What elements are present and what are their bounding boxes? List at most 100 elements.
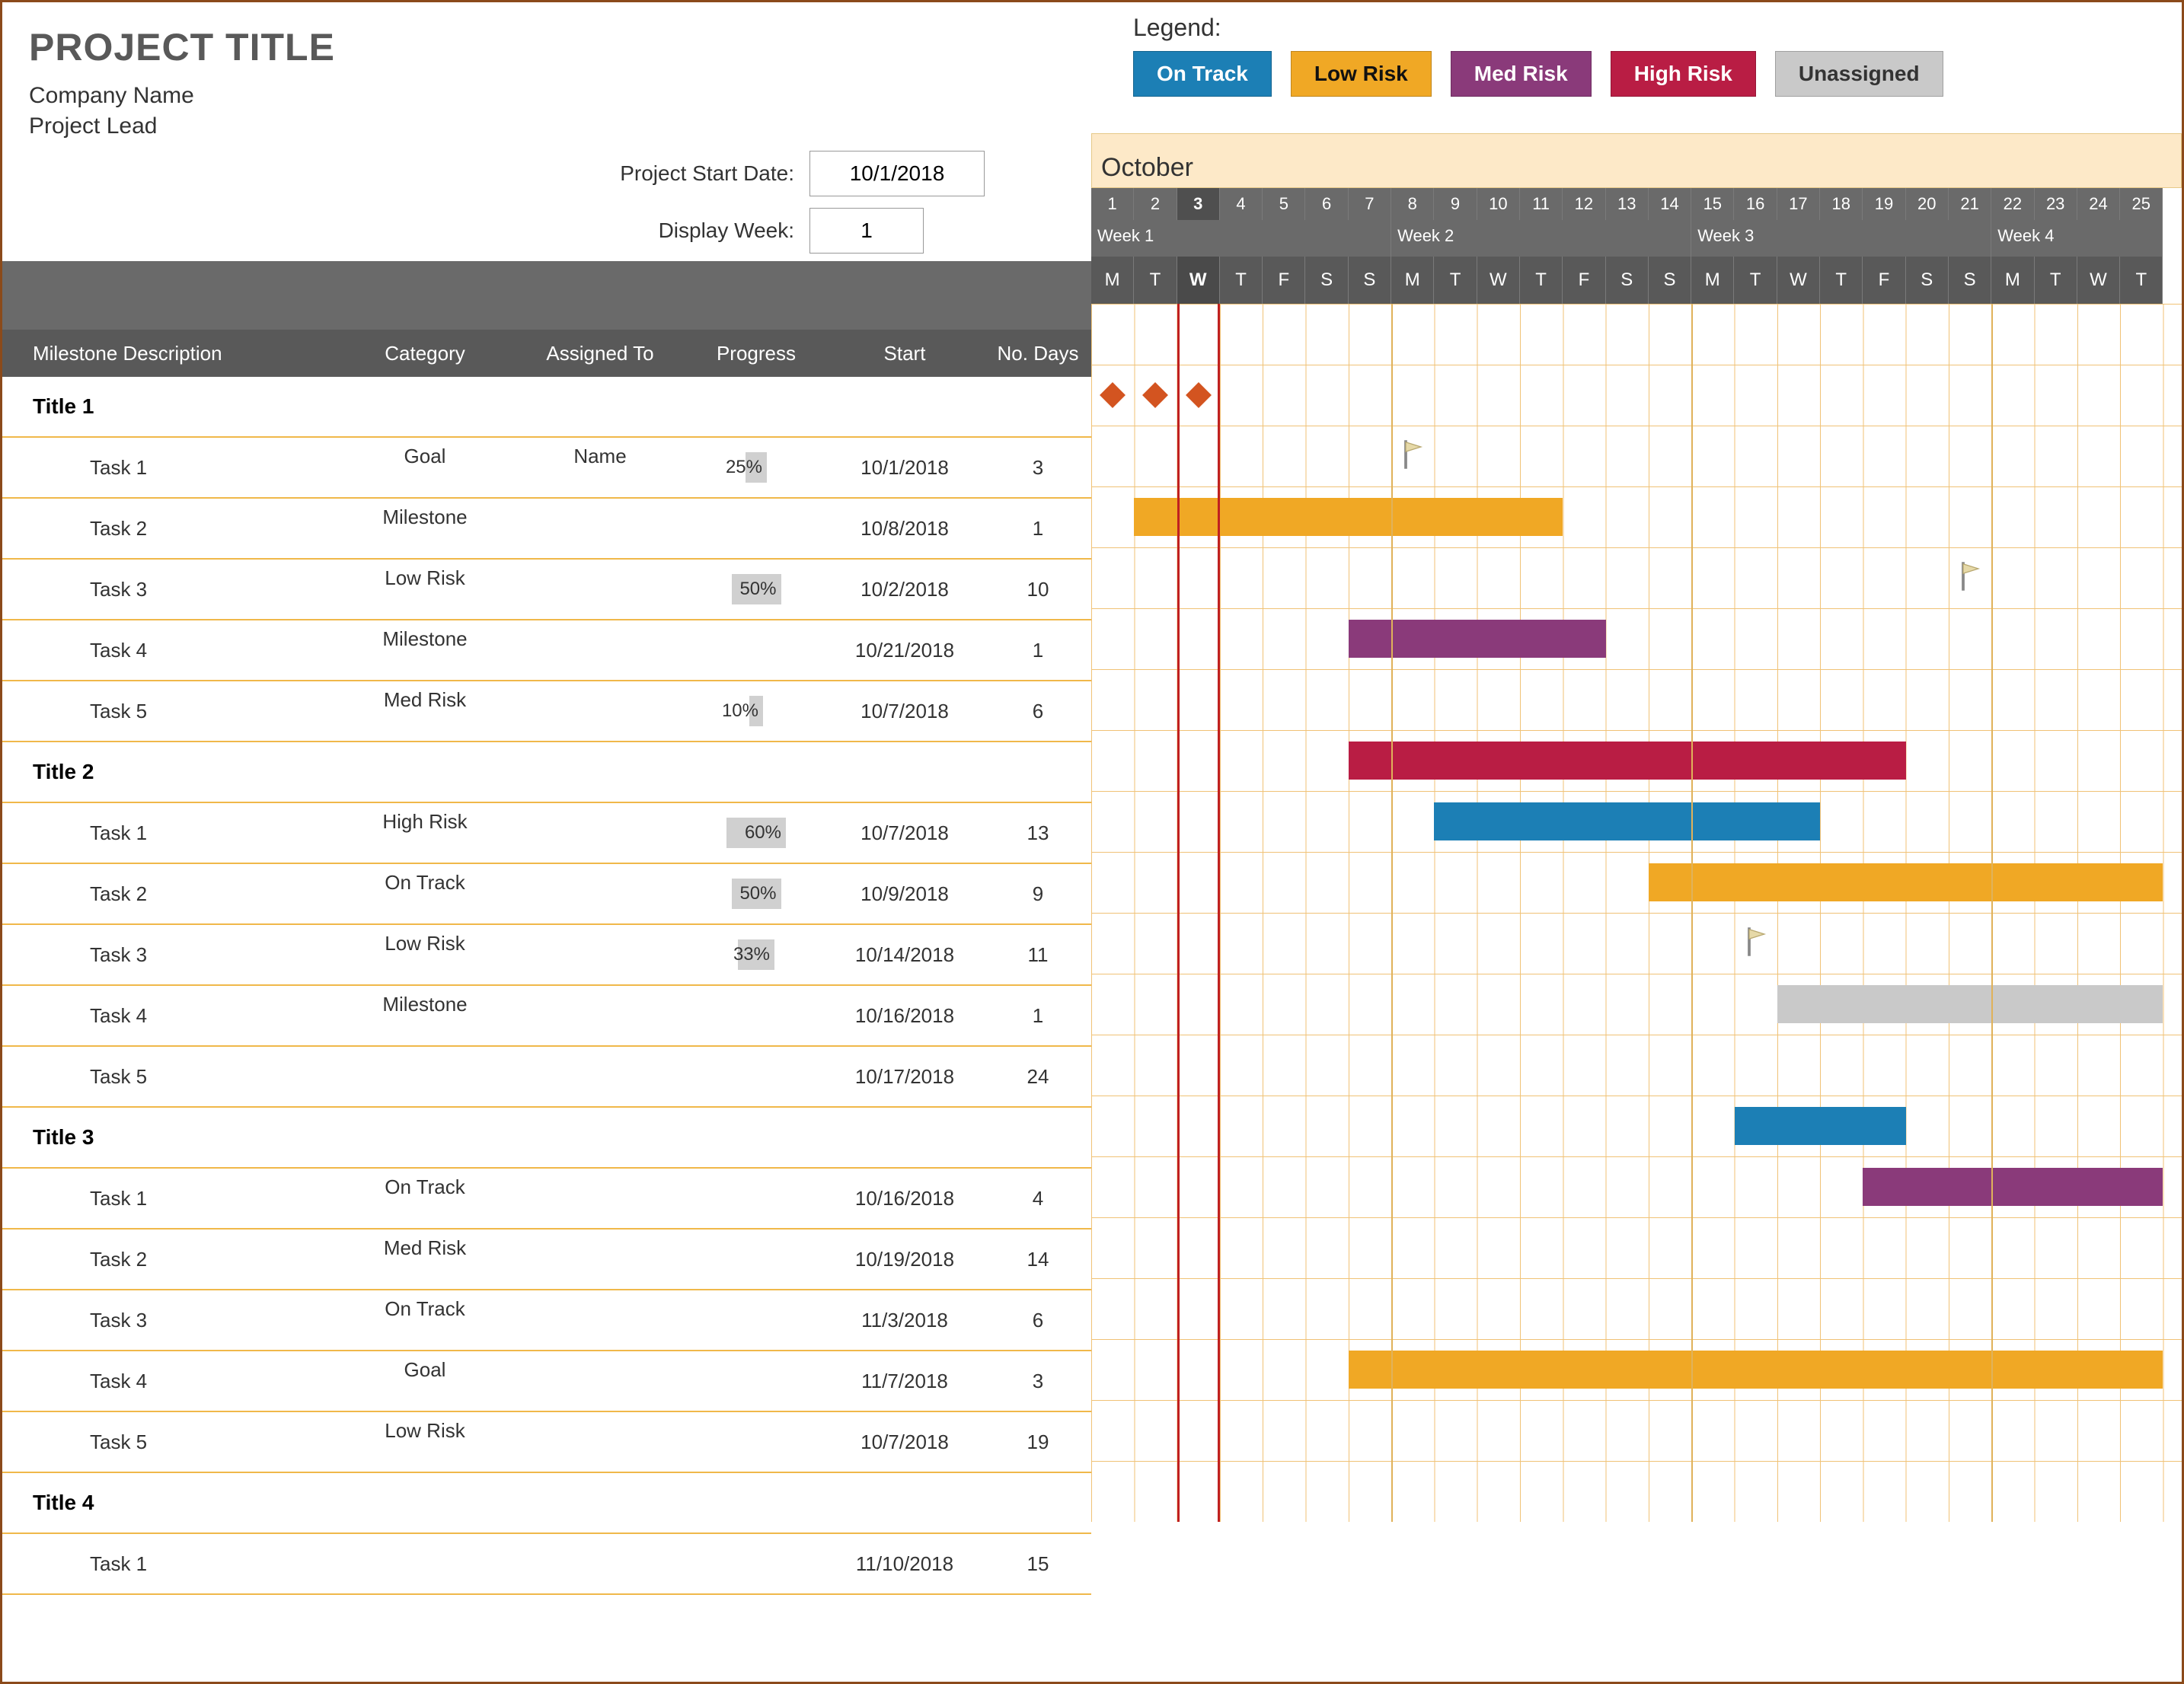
task-days: 1 <box>985 639 1091 662</box>
day-num: 12 <box>1563 188 1605 220</box>
day-num: 8 <box>1391 188 1434 220</box>
milestone-flag-icon[interactable] <box>1959 561 1982 592</box>
day-num: 3 <box>1177 188 1220 220</box>
goal-diamond-icon[interactable] <box>1100 382 1126 408</box>
legend-item-on-track[interactable]: On Track <box>1133 51 1272 97</box>
task-row[interactable]: Task 3Low Risk50%10/2/201810 <box>2 560 1091 620</box>
gantt-bar[interactable] <box>1735 1107 1906 1145</box>
task-start: 10/19/2018 <box>825 1248 985 1271</box>
task-name: Task 5 <box>2 1430 337 1454</box>
task-row[interactable]: Task 2Med Risk10/19/201814 <box>2 1230 1091 1290</box>
dow-label: F <box>1563 257 1605 304</box>
day-num: 15 <box>1691 188 1734 220</box>
task-row[interactable]: Task 111/10/201815 <box>2 1534 1091 1595</box>
gantt-bar[interactable] <box>1434 802 1820 840</box>
dow-label: M <box>1391 257 1434 304</box>
task-name: Task 3 <box>2 1309 337 1332</box>
gantt-row <box>1091 974 2182 1035</box>
task-start: 11/7/2018 <box>825 1370 985 1393</box>
task-category: Low Risk <box>337 566 512 613</box>
day-num: 20 <box>1906 188 1949 220</box>
task-row[interactable]: Task 3On Track11/3/20186 <box>2 1290 1091 1351</box>
gantt-bar[interactable] <box>1863 1168 2163 1206</box>
task-row[interactable]: Task 3Low Risk33%10/14/201811 <box>2 925 1091 986</box>
legend-item-med-risk[interactable]: Med Risk <box>1451 51 1592 97</box>
task-row[interactable]: Task 1High Risk60%10/7/201813 <box>2 803 1091 864</box>
start-date-input[interactable]: 10/1/2018 <box>809 151 985 196</box>
gantt-row <box>1091 608 2182 669</box>
task-row[interactable]: Task 4Milestone10/16/20181 <box>2 986 1091 1047</box>
week-label: Week 4 <box>1991 220 2163 257</box>
task-days: 3 <box>985 456 1091 480</box>
gantt-row <box>1091 1217 2182 1278</box>
col-header-category: Category <box>337 342 512 365</box>
task-category: On Track <box>337 871 512 917</box>
task-assigned <box>512 639 688 662</box>
gantt-bar[interactable] <box>1349 1351 2163 1389</box>
task-row[interactable]: Task 4Goal11/7/20183 <box>2 1351 1091 1412</box>
display-week-input[interactable]: 1 <box>809 208 924 254</box>
dow-label: S <box>1349 257 1391 304</box>
dow-label: T <box>1734 257 1777 304</box>
day-num: 13 <box>1606 188 1649 220</box>
task-category: On Track <box>337 1175 512 1222</box>
task-row[interactable]: Task 2Milestone10/8/20181 <box>2 499 1091 560</box>
milestone-flag-icon[interactable] <box>1402 439 1425 470</box>
gantt-bar[interactable] <box>1777 985 2163 1023</box>
task-assigned <box>512 1004 688 1027</box>
dow-label: W <box>1477 257 1520 304</box>
day-num: 17 <box>1777 188 1820 220</box>
task-row[interactable]: Task 1On Track10/16/20184 <box>2 1169 1091 1230</box>
task-start: 10/14/2018 <box>825 943 985 967</box>
task-assigned <box>512 1430 688 1453</box>
task-row[interactable]: Task 510/17/201824 <box>2 1047 1091 1108</box>
gantt-bar[interactable] <box>1349 620 1606 658</box>
task-name: Task 5 <box>2 700 337 723</box>
task-assigned <box>512 1370 688 1392</box>
group-title: Title 1 <box>2 377 1091 438</box>
timeline-header: 1234567891011121314151617181920212223242… <box>1091 188 2182 304</box>
task-days: 19 <box>985 1430 1091 1454</box>
task-start: 10/16/2018 <box>825 1004 985 1028</box>
dow-label: T <box>2120 257 2163 304</box>
task-days: 24 <box>985 1065 1091 1089</box>
gantt-bar[interactable] <box>1134 498 1563 536</box>
gantt-bar[interactable] <box>1649 863 2163 901</box>
project-lead: Project Lead <box>29 113 1065 139</box>
milestone-flag-icon[interactable] <box>1745 927 1768 957</box>
progress-bar: 60% <box>726 818 786 848</box>
task-category <box>337 1065 512 1088</box>
dow-label: M <box>1991 257 2034 304</box>
dow-label: W <box>1177 257 1220 304</box>
goal-diamond-icon[interactable] <box>1186 382 1212 408</box>
task-assigned <box>512 700 688 722</box>
task-row[interactable]: Task 4Milestone10/21/20181 <box>2 620 1091 681</box>
day-num: 19 <box>1863 188 1905 220</box>
task-assigned <box>512 882 688 905</box>
task-name: Task 2 <box>2 1248 337 1271</box>
legend-item-low-risk[interactable]: Low Risk <box>1291 51 1432 97</box>
col-header-days: No. Days <box>985 342 1091 365</box>
task-progress: 50% <box>688 879 825 909</box>
legend-item-high-risk[interactable]: High Risk <box>1611 51 1756 97</box>
task-start: 10/7/2018 <box>825 1430 985 1454</box>
gantt-bar[interactable] <box>1349 742 1906 780</box>
task-start: 10/2/2018 <box>825 578 985 601</box>
day-num: 4 <box>1220 188 1263 220</box>
task-row[interactable]: Task 5Low Risk10/7/201819 <box>2 1412 1091 1473</box>
task-row[interactable]: Task 2On Track50%10/9/20189 <box>2 864 1091 925</box>
legend-item-unassigned[interactable]: Unassigned <box>1775 51 1943 97</box>
goal-diamond-icon[interactable] <box>1142 382 1168 408</box>
group-title: Title 3 <box>2 1108 1091 1169</box>
dow-label: T <box>1434 257 1477 304</box>
day-num: 6 <box>1305 188 1348 220</box>
task-row[interactable]: Task 5Med Risk10%10/7/20186 <box>2 681 1091 742</box>
gantt-row <box>1091 852 2182 913</box>
task-category: Med Risk <box>337 688 512 735</box>
task-progress: 60% <box>688 818 825 848</box>
day-num: 22 <box>1991 188 2034 220</box>
gantt-row <box>1091 1278 2182 1339</box>
dow-label: W <box>1777 257 1820 304</box>
task-row[interactable]: Task 1GoalName25%10/1/20183 <box>2 438 1091 499</box>
task-start: 10/8/2018 <box>825 517 985 541</box>
